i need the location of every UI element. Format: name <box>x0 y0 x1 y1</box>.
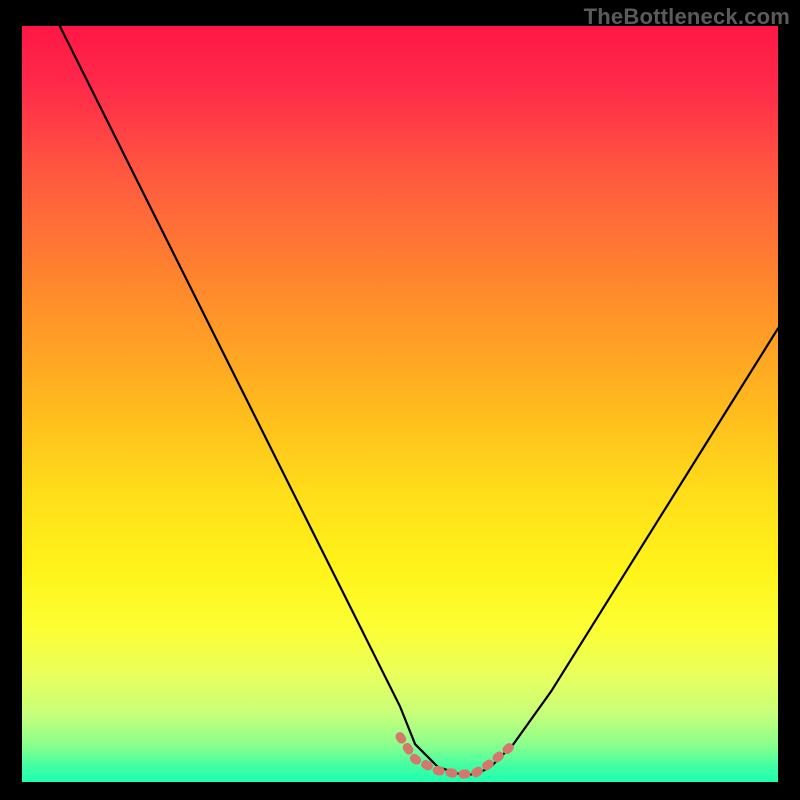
watermark-text: TheBottleneck.com <box>584 4 790 30</box>
bottleneck-chart-svg <box>22 26 778 782</box>
plot-area <box>22 26 778 782</box>
chart-frame: TheBottleneck.com <box>0 0 800 800</box>
gradient-background <box>22 26 778 782</box>
